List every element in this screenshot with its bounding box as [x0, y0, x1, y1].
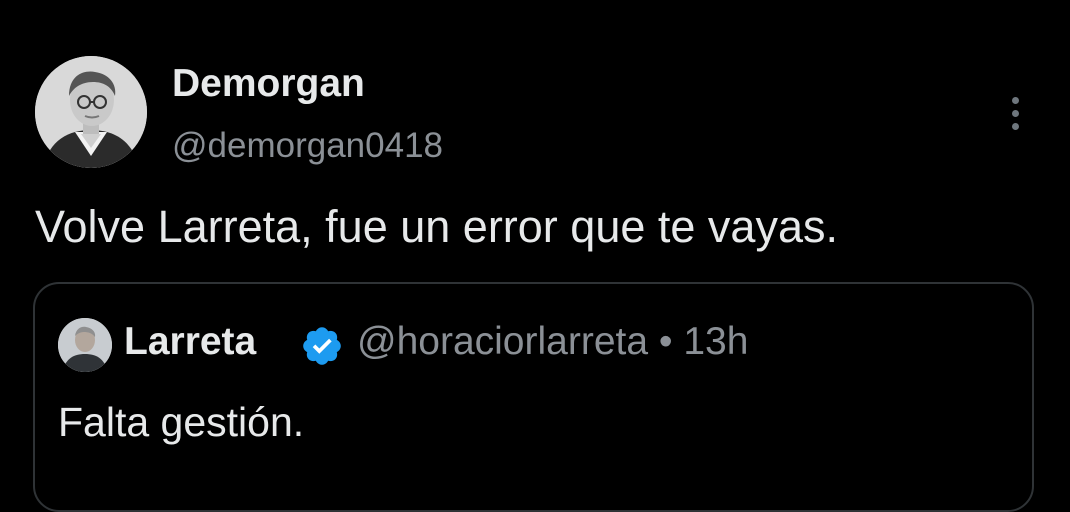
quoted-tweet-card[interactable] [33, 282, 1034, 512]
more-vertical-icon-dot [1012, 110, 1019, 117]
quoted-author-avatar[interactable] [58, 318, 112, 372]
tweet-text: Volve Larreta, fue un error que te vayas… [35, 201, 838, 252]
quoted-author-handle-and-time: @horaciorlarreta • 13h [357, 320, 749, 363]
quoted-tweet-text: Falta gestión. [58, 399, 305, 445]
portrait-avatar-image [35, 56, 147, 168]
verified-badge-icon [303, 327, 341, 365]
quoted-portrait-avatar-image [58, 318, 112, 372]
more-vertical-icon [1012, 97, 1019, 104]
author-avatar[interactable] [35, 56, 147, 168]
quoted-author-display-name[interactable]: Larreta [124, 320, 256, 364]
more-options-button[interactable] [996, 88, 1036, 140]
author-display-name[interactable]: Demorgan [172, 62, 365, 106]
more-vertical-icon-dot [1012, 123, 1019, 130]
author-handle[interactable]: @demorgan0418 [172, 126, 443, 166]
